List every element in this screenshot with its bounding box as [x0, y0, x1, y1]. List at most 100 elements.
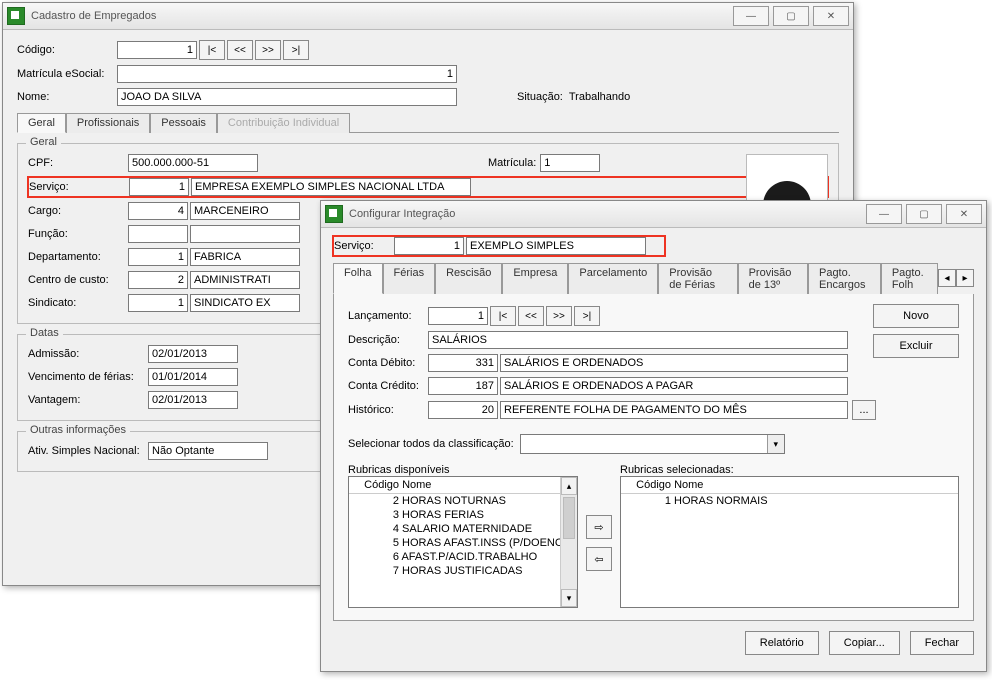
tab-pessoais[interactable]: Pessoais	[150, 113, 217, 133]
nav-next[interactable]: >>	[546, 306, 572, 326]
group-datas: Datas Admissão:02/01/2013 Vencimento de …	[17, 334, 339, 421]
nav-next[interactable]: >>	[255, 40, 281, 60]
servico-row-highlight: Serviço: 1 EMPRESA EXEMPLO SIMPLES NACIO…	[28, 177, 828, 197]
situacao-value: Trabalhando	[569, 91, 630, 103]
cc-desc-input[interactable]: SALÁRIOS E ORDENADOS A PAGAR	[500, 377, 848, 395]
move-right-button[interactable]: ⇨	[586, 515, 612, 539]
list-item[interactable]: 4 SALARIO MATERNIDADE	[349, 522, 577, 536]
funcao-desc-input[interactable]	[190, 225, 300, 243]
nav-last[interactable]: >|	[283, 40, 309, 60]
close-button[interactable]: ✕	[813, 6, 849, 26]
rd-label: Rubricas disponíveis	[348, 464, 578, 476]
scroll-up-icon[interactable]: ▴	[561, 477, 577, 495]
cd-desc-input[interactable]: SALÁRIOS E ORDENADOS	[500, 354, 848, 372]
scrollbar[interactable]: ▴ ▾	[560, 477, 577, 607]
hist-code-input[interactable]: 20	[428, 401, 498, 419]
list-item[interactable]: 3 HORAS FERIAS	[349, 508, 577, 522]
list-item[interactable]: 1 HORAS NORMAIS	[621, 494, 958, 508]
servico-code-input[interactable]: 1	[394, 237, 464, 255]
depto-label: Departamento:	[28, 251, 128, 263]
move-left-button[interactable]: ⇦	[586, 547, 612, 571]
list-item[interactable]: 6 AFAST.P/ACID.TRABALHO	[349, 550, 577, 564]
nav-prev[interactable]: <<	[227, 40, 253, 60]
tab-ferias[interactable]: Férias	[383, 263, 436, 294]
hist-more-button[interactable]: ...	[852, 400, 876, 420]
nav-first[interactable]: |<	[490, 306, 516, 326]
title-integracao: Configurar Integração	[349, 208, 455, 220]
min-button[interactable]: —	[733, 6, 769, 26]
list-item[interactable]: 5 HORAS AFAST.INSS (P/DOENC	[349, 536, 577, 550]
codigo-label: Código:	[17, 44, 117, 56]
tab-contribuicao: Contribuição Individual	[217, 113, 350, 133]
min-button[interactable]: —	[866, 204, 902, 224]
tab-pagto-folha[interactable]: Pagto. Folh	[881, 263, 938, 294]
tab-rescisao[interactable]: Rescisão	[435, 263, 502, 294]
depto-code-input[interactable]: 1	[128, 248, 188, 266]
excluir-button[interactable]: Excluir	[873, 334, 959, 358]
cc-code-input[interactable]: 187	[428, 377, 498, 395]
tab-empresa[interactable]: Empresa	[502, 263, 568, 294]
tab-profissionais[interactable]: Profissionais	[66, 113, 150, 133]
codigo-input[interactable]: 1	[117, 41, 197, 59]
admissao-input[interactable]: 02/01/2013	[148, 345, 238, 363]
asn-label: Ativ. Simples Nacional:	[28, 445, 148, 457]
max-button[interactable]: ▢	[773, 6, 809, 26]
matricula-esocial-label: Matrícula eSocial:	[17, 68, 117, 80]
cargo-code-input[interactable]: 4	[128, 202, 188, 220]
tab-parcelamento[interactable]: Parcelamento	[568, 263, 658, 294]
vf-label: Vencimento de férias:	[28, 371, 148, 383]
tab-prov-13[interactable]: Provisão de 13º	[738, 263, 808, 294]
matricula-label: Matrícula:	[488, 157, 536, 169]
hist-desc-input[interactable]: REFERENTE FOLHA DE PAGAMENTO DO MÊS	[500, 401, 848, 419]
classificacao-combo[interactable]: ▾	[520, 434, 785, 454]
nome-input[interactable]: JOAO DA SILVA	[117, 88, 457, 106]
sind-desc-input[interactable]: SINDICATO EX	[190, 294, 300, 312]
nav-last[interactable]: >|	[574, 306, 600, 326]
max-button[interactable]: ▢	[906, 204, 942, 224]
vant-input[interactable]: 02/01/2013	[148, 391, 238, 409]
close-button[interactable]: ✕	[946, 204, 982, 224]
funcao-code-input[interactable]	[128, 225, 188, 243]
tab-folha[interactable]: Folha	[333, 263, 383, 294]
fechar-button[interactable]: Fechar	[910, 631, 974, 655]
tabs-scroll-right[interactable]: ▸	[956, 269, 974, 287]
matricula-esocial-input[interactable]: 1	[117, 65, 457, 83]
rubricas-disponiveis-list[interactable]: Código Nome 2 HORAS NOTURNAS3 HORAS FERI…	[348, 476, 578, 608]
novo-button[interactable]: Novo	[873, 304, 959, 328]
cc-desc-input[interactable]: ADMINISTRATI	[190, 271, 300, 289]
servico-desc-input[interactable]: EXEMPLO SIMPLES	[466, 237, 646, 255]
copiar-button[interactable]: Copiar...	[829, 631, 900, 655]
asn-input[interactable]: Não Optante	[148, 442, 268, 460]
sind-code-input[interactable]: 1	[128, 294, 188, 312]
list-item[interactable]: 2 HORAS NOTURNAS	[349, 494, 577, 508]
scroll-thumb[interactable]	[563, 497, 575, 539]
nav-prev[interactable]: <<	[518, 306, 544, 326]
lanc-input[interactable]: 1	[428, 307, 488, 325]
servico-code-input[interactable]: 1	[129, 178, 189, 196]
list-item[interactable]: 7 HORAS JUSTIFICADAS	[349, 564, 577, 578]
sel-label: Selecionar todos da classificação:	[348, 438, 514, 450]
depto-desc-input[interactable]: FABRICA	[190, 248, 300, 266]
rubricas-selecionadas-list[interactable]: Código Nome 1 HORAS NORMAIS	[620, 476, 959, 608]
cpf-input[interactable]: 500.000.000-51	[128, 154, 258, 172]
tab-pagto-encargos[interactable]: Pagto. Encargos	[808, 263, 881, 294]
cpf-label: CPF:	[28, 157, 128, 169]
vf-input[interactable]: 01/01/2014	[148, 368, 238, 386]
scroll-down-icon[interactable]: ▾	[561, 589, 577, 607]
nome-label: Nome:	[17, 91, 117, 103]
app-icon	[7, 7, 25, 25]
cargo-desc-input[interactable]: MARCENEIRO	[190, 202, 300, 220]
cd-code-input[interactable]: 331	[428, 354, 498, 372]
tab-prov-ferias[interactable]: Provisão de Férias	[658, 263, 737, 294]
relatorio-button[interactable]: Relatório	[745, 631, 819, 655]
cd-label: Conta Débito:	[348, 357, 428, 369]
tab-geral[interactable]: Geral	[17, 113, 66, 133]
servico-desc-input[interactable]: EMPRESA EXEMPLO SIMPLES NACIONAL LTDA	[191, 178, 471, 196]
servico-label: Serviço:	[29, 181, 129, 193]
desc-input[interactable]: SALÁRIOS	[428, 331, 848, 349]
nav-first[interactable]: |<	[199, 40, 225, 60]
matricula-input[interactable]: 1	[540, 154, 600, 172]
legend-outras: Outras informações	[26, 424, 130, 436]
cc-code-input[interactable]: 2	[128, 271, 188, 289]
tabs-scroll-left[interactable]: ◂	[938, 269, 956, 287]
